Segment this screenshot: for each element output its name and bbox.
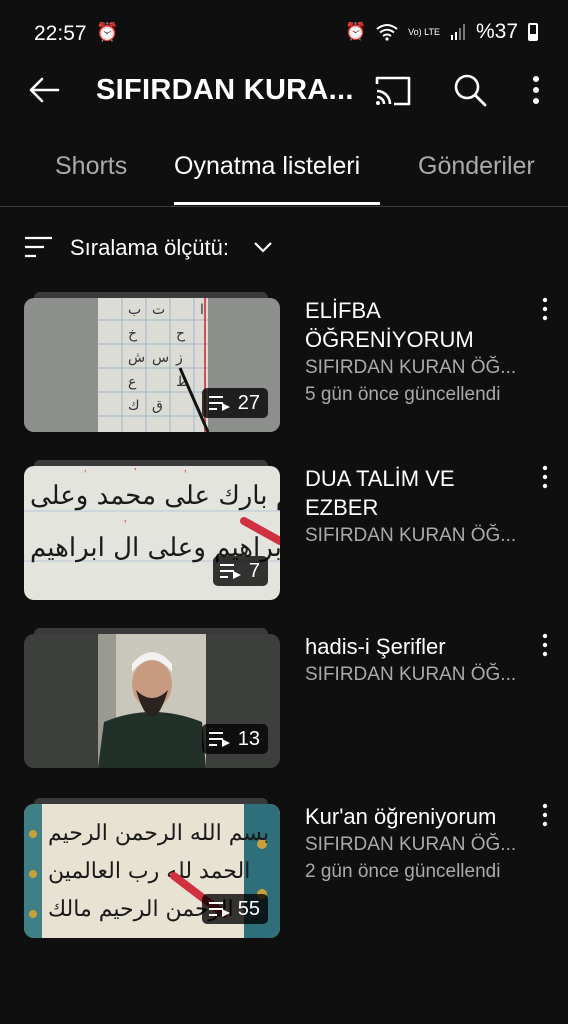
app-bar: SIFIRDAN KURA... xyxy=(0,62,568,122)
playlist-info[interactable]: hadis-i Şerifler SIFIRDAN KURAN ÖĞ... xyxy=(305,632,527,689)
playlist-channel: SIFIRDAN KURAN ÖĞ... xyxy=(305,525,517,546)
playlist-info[interactable]: ELİFBA ÖĞRENİYORUM SIFIRDAN KURAN ÖĞ... … xyxy=(305,296,527,408)
cast-icon[interactable] xyxy=(374,74,412,108)
video-count: 55 xyxy=(237,897,260,920)
playlist-title[interactable]: Kur'an öğreniyorum xyxy=(305,802,527,831)
more-vert-icon[interactable] xyxy=(536,632,554,658)
playlist-icon xyxy=(208,732,230,747)
alarm-icon: ⏰ xyxy=(96,22,119,42)
svg-text:اللهم بارك على محمد وعلى: اللهم بارك على محمد وعلى xyxy=(30,481,280,511)
svg-text:ع: ع xyxy=(128,374,137,390)
playlist-info[interactable]: Kur'an öğreniyorum SIFIRDAN KURAN ÖĞ... … xyxy=(305,802,527,885)
svg-text:ب: ب xyxy=(128,302,141,318)
channel-tabs: Shorts Oynatma listeleri Gönderiler xyxy=(0,138,568,207)
sort-icon xyxy=(25,236,52,258)
playlist-channel: SIFIRDAN KURAN ÖĞ... xyxy=(305,834,517,855)
playlist-title[interactable]: ELİFBA ÖĞRENİYORUM xyxy=(305,296,527,354)
network-type: Vo) LTE xyxy=(408,26,440,37)
playlist-title[interactable]: hadis-i Şerifler xyxy=(305,632,527,661)
playlist-item[interactable]: بسم الله الرحمن الرحيم الحمد لله رب العا… xyxy=(0,792,568,938)
tab-shorts[interactable]: Shorts xyxy=(55,152,127,181)
video-count-badge: 13 xyxy=(201,724,268,754)
svg-text:ا: ا xyxy=(200,302,204,318)
more-vert-icon[interactable] xyxy=(526,72,546,108)
status-bar: 22:57 ⏰ ⏰ Vo) LTE %37 xyxy=(0,0,568,66)
battery-icon xyxy=(528,23,538,41)
status-time: 22:57 xyxy=(34,22,87,45)
playlist-updated: 5 gün önce güncellendi xyxy=(305,384,501,405)
playlist-channel: SIFIRDAN KURAN ÖĞ... xyxy=(305,357,517,378)
svg-text:خ: خ xyxy=(128,326,138,342)
active-tab-indicator xyxy=(174,202,380,205)
search-icon[interactable] xyxy=(452,72,488,108)
playlist-channel: SIFIRDAN KURAN ÖĞ... xyxy=(305,664,517,685)
video-count-badge: 27 xyxy=(201,388,268,418)
video-count: 13 xyxy=(237,727,260,750)
playlist-icon xyxy=(219,564,241,579)
alarm-icon: ⏰ xyxy=(344,22,367,41)
svg-text:ʼ: ʼ xyxy=(134,467,136,479)
svg-text:الحمد لله رب العالمين: الحمد لله رب العالمين xyxy=(48,859,250,884)
playlist-thumbnail[interactable]: بسم الله الرحمن الرحيم الحمد لله رب العا… xyxy=(24,798,280,938)
playlist-info[interactable]: DUA TALİM VE EZBER SIFIRDAN KURAN ÖĞ... xyxy=(305,464,527,550)
svg-text:ق: ق xyxy=(152,398,163,414)
playlist-item[interactable]: اللهم بارك على محمد وعلى ابراهيم وعلى ال… xyxy=(0,454,568,600)
svg-text:ش: ش xyxy=(128,350,145,366)
svg-text:ح: ح xyxy=(176,326,186,342)
svg-text:بسم الله الرحمن الرحيم: بسم الله الرحمن الرحيم xyxy=(48,821,269,846)
svg-text:ت: ت xyxy=(152,302,165,318)
video-count-badge: 7 xyxy=(212,556,268,586)
battery-percent: %37 xyxy=(475,20,518,43)
svg-text:ʼ: ʼ xyxy=(124,519,126,531)
playlist-icon xyxy=(208,396,230,411)
more-vert-icon[interactable] xyxy=(536,464,554,490)
sort-control[interactable]: Sıralama ölçütü: xyxy=(0,228,568,268)
video-count: 7 xyxy=(248,559,260,582)
playlist-title[interactable]: DUA TALİM VE EZBER xyxy=(305,464,527,522)
tab-playlists[interactable]: Oynatma listeleri xyxy=(174,152,360,181)
video-count: 27 xyxy=(237,391,260,414)
playlist-thumbnail[interactable]: اللهم بارك على محمد وعلى ابراهيم وعلى ال… xyxy=(24,460,280,600)
playlist-item[interactable]: بتا خح شسز عط كق 27 ELİFBA ÖĞRENİYORUM S… xyxy=(0,286,568,432)
playlist-item[interactable]: 13 hadis-i Şerifler SIFIRDAN KURAN ÖĞ... xyxy=(0,622,568,768)
wifi-icon xyxy=(376,24,398,41)
channel-title: SIFIRDAN KURA... xyxy=(96,74,354,106)
svg-text:ʼ: ʼ xyxy=(184,469,186,481)
chevron-down-icon xyxy=(254,242,272,253)
signal-icon xyxy=(450,24,465,40)
playlist-updated: 2 gün önce güncellendi xyxy=(305,861,501,882)
more-vert-icon[interactable] xyxy=(536,802,554,828)
video-count-badge: 55 xyxy=(201,894,268,924)
back-arrow-icon[interactable] xyxy=(26,72,62,108)
playlist-thumbnail[interactable]: بتا خح شسز عط كق 27 xyxy=(24,292,280,432)
svg-text:ك: ك xyxy=(128,398,140,414)
sort-label: Sıralama ölçütü: xyxy=(70,235,229,260)
playlist-icon xyxy=(208,902,230,917)
status-icons: ⏰ Vo) LTE %37 xyxy=(345,20,538,44)
playlist-thumbnail[interactable]: 13 xyxy=(24,628,280,768)
more-vert-icon[interactable] xyxy=(536,296,554,322)
svg-text:ز: ز xyxy=(175,350,183,366)
svg-text:ʼ: ʼ xyxy=(84,469,86,481)
svg-text:س: س xyxy=(152,350,169,366)
tab-posts[interactable]: Gönderiler xyxy=(418,152,535,181)
